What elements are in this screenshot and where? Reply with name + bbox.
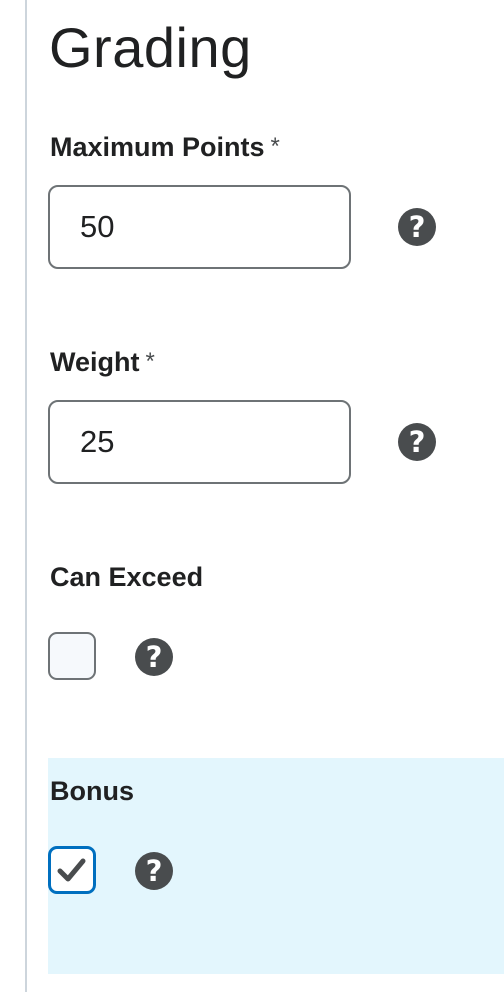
question-circle-icon[interactable]: ? (135, 638, 173, 676)
required-asterisk: * (145, 348, 155, 375)
max-points-input[interactable] (48, 185, 351, 269)
required-asterisk: * (270, 133, 280, 160)
weight-label: Weight * (50, 345, 155, 379)
can-exceed-label: Can Exceed (50, 562, 204, 592)
weight-label-text: Weight (50, 347, 140, 377)
question-circle-icon[interactable]: ? (398, 423, 436, 461)
bonus-label: Bonus (50, 776, 134, 806)
max-points-label: Maximum Points * (50, 130, 280, 164)
max-points-label-text: Maximum Points (50, 132, 265, 162)
question-circle-icon[interactable]: ? (135, 852, 173, 890)
checkmark-icon (57, 858, 86, 882)
bonus-checkbox[interactable] (48, 846, 96, 894)
question-circle-icon[interactable]: ? (398, 208, 436, 246)
can-exceed-checkbox[interactable] (48, 632, 96, 680)
page-title: Grading (49, 16, 252, 79)
left-border-divider (25, 0, 27, 992)
weight-input[interactable] (48, 400, 351, 484)
